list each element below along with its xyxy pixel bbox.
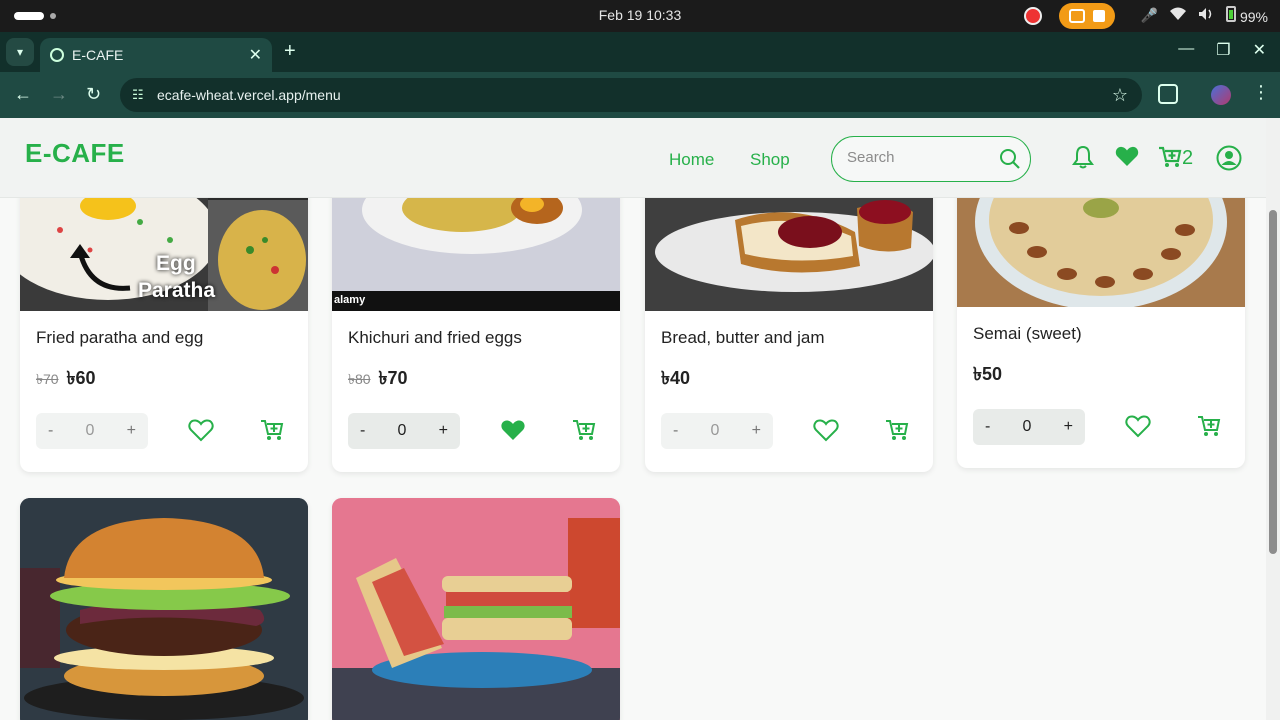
forward-button[interactable]: →: [50, 84, 68, 105]
heart-filled-icon[interactable]: [500, 418, 526, 447]
current-price: ৳50: [973, 364, 1002, 384]
reload-button[interactable]: ↻: [86, 84, 101, 105]
quantity-stepper: - 0 +: [348, 413, 460, 449]
image-caption-paratha: Paratha: [138, 279, 216, 302]
account-icon[interactable]: [1216, 145, 1242, 176]
maximize-button[interactable]: ❐: [1216, 40, 1230, 60]
product-card: Semai (sweet) ৳50 - 0 +: [957, 160, 1245, 468]
decrease-button[interactable]: -: [985, 418, 990, 436]
heart-outline-icon[interactable]: [188, 418, 214, 447]
wifi-icon: [1170, 7, 1187, 24]
microphone-icon: 🎤: [1140, 7, 1159, 23]
decrease-button[interactable]: -: [360, 422, 365, 440]
image-watermark: alamy: [334, 294, 366, 306]
add-to-cart-icon[interactable]: [1197, 414, 1221, 443]
current-price: ৳60: [66, 368, 96, 388]
bookmark-star-icon[interactable]: ☆: [1112, 85, 1128, 106]
product-card: [20, 498, 308, 720]
heart-outline-icon[interactable]: [1125, 414, 1151, 443]
battery-percent: 99%: [1239, 9, 1268, 25]
search-box: [831, 136, 1031, 182]
page-scrollbar[interactable]: [1266, 118, 1280, 720]
cart-count-badge[interactable]: 2: [1182, 147, 1193, 170]
nav-home[interactable]: Home: [669, 150, 714, 170]
product-card: alamy Khichuri and fried eggs ৳80 ৳70 - …: [332, 160, 620, 472]
search-icon[interactable]: [998, 147, 1022, 176]
product-card: [332, 498, 620, 720]
add-to-cart-icon[interactable]: [572, 418, 596, 447]
quantity-stepper: - 0 +: [36, 413, 148, 449]
old-price: ৳80: [348, 371, 371, 387]
old-price: ৳70: [36, 371, 59, 387]
image-caption-egg: Egg: [156, 252, 196, 275]
quantity-stepper: - 0 +: [661, 413, 773, 449]
browser-toolbar: ← → ↻ ☷ ecafe-wheat.vercel.app/menu ☆ ⋮: [0, 72, 1280, 118]
address-bar[interactable]: ☷ ecafe-wheat.vercel.app/menu ☆: [120, 78, 1142, 112]
product-price: ৳70 ৳60: [36, 364, 96, 395]
profile-avatar[interactable]: [1211, 85, 1231, 105]
site-logo[interactable]: E-CAFE: [25, 138, 125, 169]
product-price: ৳50: [973, 360, 1002, 391]
quantity-value: 0: [397, 422, 407, 439]
product-price: ৳40: [661, 364, 690, 395]
scrollbar-thumb[interactable]: [1269, 210, 1277, 554]
current-price: ৳70: [378, 368, 408, 388]
tab-close-icon[interactable]: ✕: [249, 45, 262, 65]
increase-button[interactable]: +: [752, 422, 761, 440]
current-price: ৳40: [661, 368, 690, 388]
add-to-cart-icon[interactable]: [885, 418, 909, 447]
record-icon: [1024, 7, 1042, 25]
menu-kebab-icon[interactable]: ⋮: [1252, 82, 1270, 103]
product-image-sandwich[interactable]: [332, 498, 620, 720]
new-tab-button[interactable]: +: [284, 40, 296, 63]
url-text: ecafe-wheat.vercel.app/menu: [157, 87, 341, 103]
browser-tab[interactable]: E-CAFE ✕: [40, 38, 272, 72]
cart-icon[interactable]: [1158, 145, 1182, 174]
product-name[interactable]: Semai (sweet): [973, 324, 1082, 344]
product-name[interactable]: Bread, butter and jam: [661, 328, 824, 348]
heart-icon[interactable]: [1115, 145, 1139, 172]
product-card: Egg Paratha Fried paratha and egg ৳70 ৳6…: [20, 160, 308, 472]
product-card: Bread, butter and jam ৳40 - 0 +: [645, 160, 933, 472]
quantity-stepper: - 0 +: [973, 409, 1085, 445]
tab-search-button[interactable]: ▾: [6, 38, 34, 66]
minimize-button[interactable]: —: [1178, 40, 1194, 60]
screen-share-indicator[interactable]: [1059, 3, 1115, 29]
decrease-button[interactable]: -: [673, 422, 678, 440]
product-name[interactable]: Fried paratha and egg: [36, 328, 203, 348]
quantity-value: 0: [1022, 418, 1032, 435]
increase-button[interactable]: +: [439, 422, 448, 440]
extensions-icon[interactable]: [1158, 84, 1178, 104]
battery-icon: [1226, 6, 1237, 22]
globe-icon: [50, 48, 64, 62]
bell-icon[interactable]: [1072, 145, 1094, 174]
decrease-button[interactable]: -: [48, 422, 53, 440]
close-window-button[interactable]: ✕: [1253, 40, 1266, 60]
increase-button[interactable]: +: [1064, 418, 1073, 436]
heart-outline-icon[interactable]: [813, 418, 839, 447]
quantity-value: 0: [85, 422, 95, 439]
site-header: E-CAFE Home Shop 2: [0, 118, 1266, 198]
back-button[interactable]: ←: [14, 84, 32, 105]
os-top-bar: Feb 19 10:33 🎤 99%: [0, 0, 1280, 32]
product-price: ৳80 ৳70: [348, 364, 408, 395]
volume-icon: [1198, 7, 1214, 24]
quantity-value: 0: [710, 422, 720, 439]
add-to-cart-icon[interactable]: [260, 418, 284, 447]
product-name[interactable]: Khichuri and fried eggs: [348, 328, 522, 348]
site-info-icon[interactable]: ☷: [132, 87, 148, 103]
product-image-burger[interactable]: [20, 498, 308, 720]
tab-title: E-CAFE: [72, 47, 124, 63]
nav-shop[interactable]: Shop: [750, 150, 790, 170]
browser-tab-bar: ▾ E-CAFE ✕ + — ❐ ✕: [0, 32, 1280, 72]
increase-button[interactable]: +: [127, 422, 136, 440]
search-input[interactable]: [847, 149, 997, 166]
